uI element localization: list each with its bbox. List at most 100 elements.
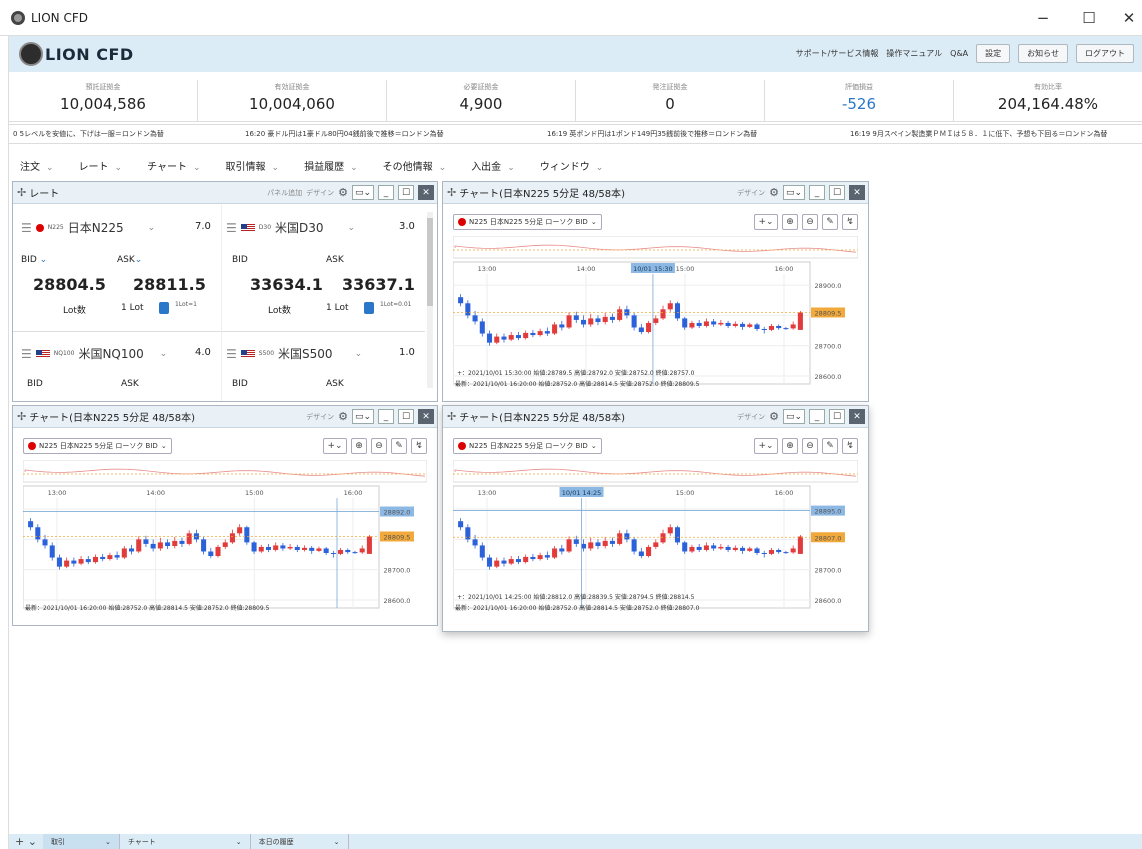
close-button[interactable]: ✕ — [1106, 0, 1142, 36]
layout-dropdown-icon[interactable]: ▭⌄ — [352, 185, 374, 200]
lot-unit-label: 1Lot= — [380, 301, 399, 308]
symbol-select[interactable]: N225 日本N225 5分足 ローソク BID ⌄ — [453, 214, 602, 230]
bid-price[interactable]: 28804.5 — [33, 275, 106, 294]
design-button[interactable]: デザイン — [306, 412, 334, 422]
indicator-icon[interactable]: ↯ — [842, 214, 858, 230]
drag-handle-icon[interactable]: ☰ — [226, 221, 237, 235]
chevron-down-icon[interactable]: ⌄ — [160, 349, 168, 359]
chevron-down-icon[interactable]: ⌄ — [348, 223, 356, 233]
scrollbar[interactable] — [427, 212, 433, 388]
zoom-out-icon[interactable]: ⊖ — [802, 438, 818, 454]
rate-cell-nq100[interactable]: ☰ NQ100 米国NQ100 ⌄ 4.0 BID ASK — [17, 345, 217, 401]
crosshair-tool-icon[interactable]: +⌄ — [754, 438, 778, 454]
maximize-panel-icon[interactable]: ☐ — [398, 409, 414, 424]
gear-icon[interactable]: ⚙ — [338, 410, 348, 423]
panel-titlebar[interactable]: ✢ チャート(日本N225 5分足 48/58本) デザイン ⚙ ▭⌄ _ ☐ ✕ — [443, 182, 868, 204]
lot-stepper[interactable] — [159, 302, 169, 314]
indicator-icon[interactable]: ↯ — [842, 438, 858, 454]
panel-titlebar[interactable]: ✢ チャート(日本N225 5分足 48/58本) デザイン ⚙ ▭⌄ _ ☐ ✕ — [443, 406, 868, 428]
design-button[interactable]: デザイン — [737, 412, 765, 422]
design-button[interactable]: デザイン — [737, 188, 765, 198]
menu-order[interactable]: 注文 ⌄ — [20, 158, 54, 173]
ask-price[interactable]: 33637.1 — [342, 275, 415, 294]
maximize-panel-icon[interactable]: ☐ — [829, 185, 845, 200]
drag-handle-icon[interactable]: ☰ — [21, 347, 32, 361]
zoom-out-icon[interactable]: ⊖ — [371, 438, 387, 454]
move-icon[interactable]: ✢ — [17, 186, 26, 199]
menu-rate[interactable]: レート ⌄ — [79, 158, 123, 173]
settings-button[interactable]: 設定 — [976, 44, 1011, 63]
design-button[interactable]: デザイン — [306, 188, 334, 198]
symbol-select[interactable]: N225 日本N225 5分足 ローソク BID ⌄ — [453, 438, 602, 454]
news-item[interactable]: 16:20 豪ドル円は1豪ドル80円04銭前後で推移＝ロンドン為替 — [245, 129, 444, 139]
minimize-panel-icon[interactable]: _ — [809, 409, 825, 424]
gear-icon[interactable]: ⚙ — [769, 186, 779, 199]
zoom-out-icon[interactable]: ⊖ — [802, 214, 818, 230]
news-item[interactable]: 16:19 英ポンド円は1ポンド149円35銭前後で推移＝ロンドン為替 — [547, 129, 757, 139]
panel-titlebar[interactable]: ✢ レート パネル追加 デザイン ⚙ ▭⌄ _ ☐ ✕ — [13, 182, 437, 204]
lot-input[interactable]: 1 Lot — [121, 303, 143, 313]
move-icon[interactable]: ✢ — [447, 186, 456, 199]
bid-price[interactable]: 33634.1 — [250, 275, 323, 294]
zoom-in-icon[interactable]: ⊕ — [351, 438, 367, 454]
symbol-select[interactable]: N225 日本N225 5分足 ローソク BID ⌄ — [23, 438, 172, 454]
tab-trade[interactable]: 取引 ⌄ — [42, 834, 120, 849]
minimize-panel-icon[interactable]: _ — [378, 185, 394, 200]
news-item[interactable]: 0 5レベルを安値に、下げは一服＝ロンドン為替 — [13, 129, 164, 139]
scrollbar-thumb[interactable] — [427, 218, 433, 306]
support-link[interactable]: サポート/サービス情報 — [796, 48, 879, 59]
layout-dropdown-icon[interactable]: ▭⌄ — [352, 409, 374, 424]
maximize-panel-icon[interactable]: ☐ — [398, 185, 414, 200]
add-panel-button[interactable]: パネル追加 — [267, 188, 302, 198]
rate-cell-d30[interactable]: ☰ D30 米国D30 ⌄ 3.0 BID ASK 33634.1 33637.1 L… — [222, 219, 422, 339]
indicator-icon[interactable]: ↯ — [411, 438, 427, 454]
close-panel-icon[interactable]: ✕ — [418, 185, 434, 200]
rate-cell-n225[interactable]: ☰ N225 日本N225 ⌄ 7.0 BID ⌄ ASK⌄ 28804.5 2881… — [17, 219, 217, 339]
menu-other-info[interactable]: その他情報 ⌄ — [383, 158, 447, 173]
crosshair-tool-icon[interactable]: +⌄ — [754, 214, 778, 230]
tab-chart[interactable]: チャート ⌄ — [120, 834, 251, 849]
news-ticker[interactable]: 0 5レベルを安値に、下げは一服＝ロンドン為替 16:20 豪ドル円は1豪ドル8… — [9, 124, 1142, 144]
rate-cell-s500[interactable]: ☰ S500 米国S500 ⌄ 1.0 BID ASK — [222, 345, 422, 401]
menu-chart[interactable]: チャート ⌄ — [147, 158, 200, 173]
notice-button[interactable]: お知らせ — [1018, 44, 1068, 63]
menu-window[interactable]: ウィンドウ ⌄ — [540, 158, 604, 173]
qa-link[interactable]: Q&A — [950, 49, 968, 58]
close-panel-icon[interactable]: ✕ — [849, 409, 865, 424]
gear-icon[interactable]: ⚙ — [338, 186, 348, 199]
drag-handle-icon[interactable]: ☰ — [21, 221, 32, 235]
zoom-in-icon[interactable]: ⊕ — [782, 214, 798, 230]
pencil-icon[interactable]: ✎ — [822, 214, 838, 230]
logout-button[interactable]: ログアウト — [1076, 44, 1134, 63]
menu-pl-history[interactable]: 損益履歴 ⌄ — [304, 158, 358, 173]
ask-price[interactable]: 28811.5 — [133, 275, 206, 294]
chevron-down-icon[interactable]: ⌄ — [148, 223, 156, 233]
lot-input[interactable]: 1 Lot — [326, 303, 348, 313]
layout-dropdown-icon[interactable]: ▭⌄ — [783, 409, 805, 424]
close-panel-icon[interactable]: ✕ — [849, 185, 865, 200]
add-tab-icon[interactable]: + ⌄ — [9, 835, 43, 848]
symbol-name: 米国D30 — [275, 221, 324, 235]
layout-dropdown-icon[interactable]: ▭⌄ — [783, 185, 805, 200]
maximize-panel-icon[interactable]: ☐ — [829, 409, 845, 424]
tab-today-history[interactable]: 本日の履歴 ⌄ — [251, 834, 349, 849]
minimize-panel-icon[interactable]: _ — [378, 409, 394, 424]
move-icon[interactable]: ✢ — [17, 410, 26, 423]
drag-handle-icon[interactable]: ☰ — [226, 347, 237, 361]
move-icon[interactable]: ✢ — [447, 410, 456, 423]
gear-icon[interactable]: ⚙ — [769, 410, 779, 423]
pencil-icon[interactable]: ✎ — [822, 438, 838, 454]
manual-link[interactable]: 操作マニュアル — [886, 48, 942, 59]
minimize-button[interactable]: − — [1020, 0, 1066, 36]
menu-deposit[interactable]: 入出金 ⌄ — [471, 158, 515, 173]
menu-trade-info[interactable]: 取引情報 ⌄ — [226, 158, 280, 173]
close-panel-icon[interactable]: ✕ — [418, 409, 434, 424]
crosshair-tool-icon[interactable]: +⌄ — [323, 438, 347, 454]
chevron-down-icon[interactable]: ⌄ — [355, 349, 363, 359]
lot-stepper[interactable] — [364, 302, 374, 314]
zoom-in-icon[interactable]: ⊕ — [782, 438, 798, 454]
minimize-panel-icon[interactable]: _ — [809, 185, 825, 200]
news-item[interactable]: 16:19 9月スペイン製造業ＰＭＩは５８．１に低下、予想も下回る＝ロンドン為替 — [850, 129, 1107, 139]
panel-titlebar[interactable]: ✢ チャート(日本N225 5分足 48/58本) デザイン ⚙ ▭⌄ _ ☐ ✕ — [13, 406, 437, 428]
pencil-icon[interactable]: ✎ — [391, 438, 407, 454]
